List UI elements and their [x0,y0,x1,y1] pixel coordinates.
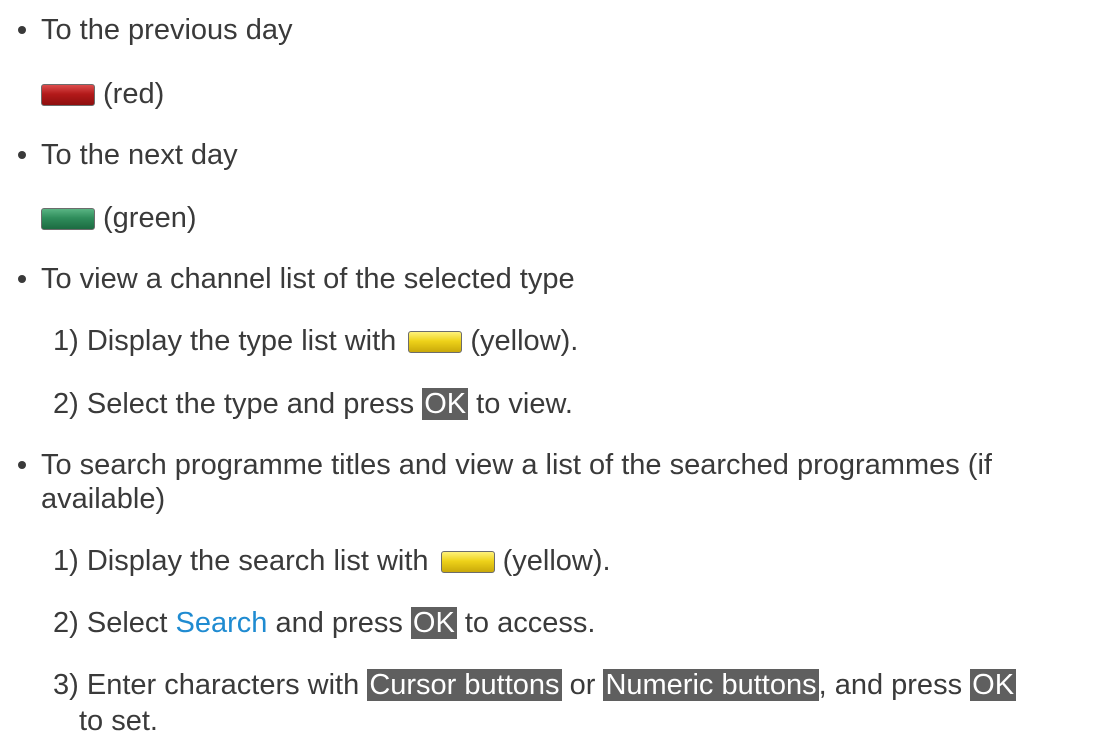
numeric-buttons-key: Numeric buttons [603,669,819,701]
step-text: Display the search list with [86,545,429,577]
step-number: 1) [53,545,79,577]
step-text: , and press [818,669,963,701]
ok-key: OK [410,607,457,639]
green-button-icon [41,208,95,230]
yellow-button-icon [408,331,463,353]
bullet [18,151,26,159]
step-text: Select the type and press [86,388,415,420]
search-link[interactable]: Search [176,607,268,639]
ok-key: OK [970,669,1017,701]
manual-page: To the previous day (red) To the next da… [0,0,1101,737]
green-button-row: (green) [41,200,197,236]
red-label: (red) [103,78,165,110]
item-search-line1: To search programme titles and view a li… [41,449,992,481]
red-button-row: (red) [41,76,164,112]
step-number: 2) [53,607,79,639]
step-text: Display the type list with [86,325,397,357]
bullet [18,461,26,469]
step: 2) Select the type and press OK to view. [53,386,573,422]
step-text: to view. [476,388,573,420]
ok-key: OK [422,388,469,420]
red-button-icon [41,84,95,106]
step-continuation: to set. [79,705,158,737]
bullet [18,275,26,283]
step: 1) Display the type list with (yellow). [53,323,578,359]
step-text: or [569,669,596,701]
step-text: (yellow). [470,325,579,357]
item-search-line2: available) [41,483,166,515]
bullet [18,26,26,34]
item-next-day: To the next day [41,139,238,171]
item-channel-list: To view a channel list of the selected t… [41,263,575,295]
step-number: 1) [53,325,79,357]
step-text: and press [275,607,403,639]
green-label: (green) [103,202,197,234]
step: 1) Display the search list with (yellow)… [53,543,611,579]
item-previous-day: To the previous day [41,14,293,46]
cursor-buttons-key: Cursor buttons [367,669,562,701]
step-text: Select [86,607,168,639]
step: 2) Select Search and press OK to access. [53,605,595,641]
yellow-button-icon [440,551,495,573]
step-number: 3) [53,669,79,701]
step-text: Enter characters with [86,669,360,701]
step-text: (yellow). [502,545,611,577]
step-number: 2) [53,388,79,420]
step: 3) Enter characters with Cursor buttons … [53,667,1017,703]
step-text: to access. [464,607,596,639]
